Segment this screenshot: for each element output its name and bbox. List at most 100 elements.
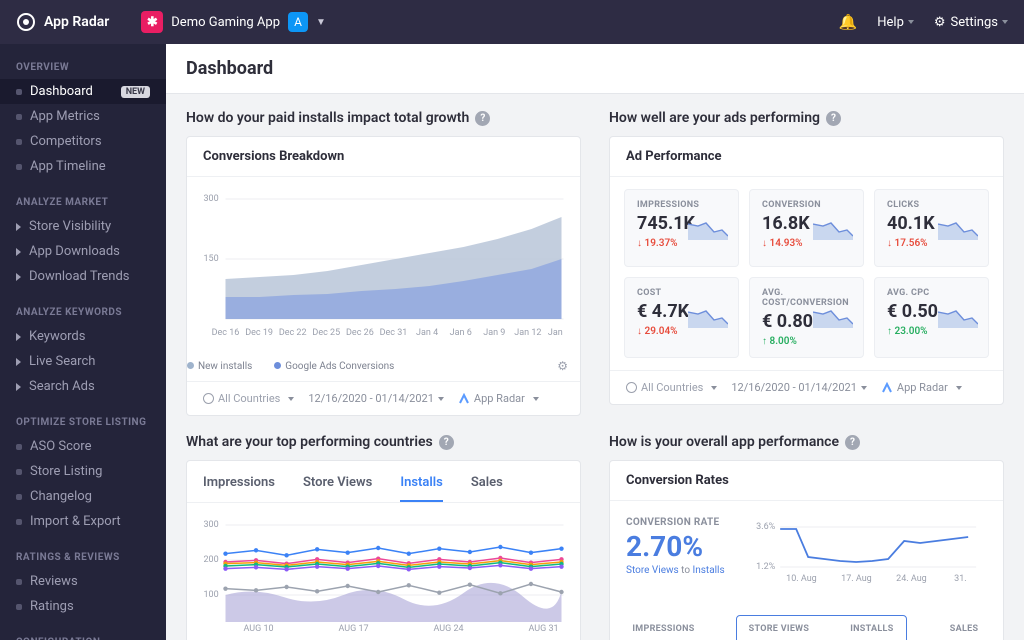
- countries-filter[interactable]: All Countries: [626, 381, 717, 394]
- sidebar-item-label: ASO Score: [30, 439, 91, 454]
- conversions-chart: 300 150 Dec 16Dec 19Dec 22Dec 25Dec 26De…: [203, 189, 564, 339]
- kpi-card[interactable]: CLICKS40.1K↓ 17.56%: [874, 189, 989, 267]
- tab-installs[interactable]: Installs: [400, 475, 442, 502]
- brand-logo[interactable]: App Radar: [16, 12, 109, 32]
- sidebar-item-search-ads[interactable]: Search Ads: [0, 374, 166, 399]
- sidebar-item-label: Ratings: [30, 599, 74, 614]
- sidebar-item-app-metrics[interactable]: App Metrics: [0, 104, 166, 129]
- daterange-picker[interactable]: 12/16/2020 - 01/14/2021: [731, 381, 867, 394]
- svg-text:200: 200: [204, 555, 219, 565]
- sidebar-item-aso-score[interactable]: ASO Score: [0, 434, 166, 459]
- svg-text:3.6%: 3.6%: [756, 522, 775, 532]
- kpi-card[interactable]: IMPRESSIONS745.1K↓ 19.37%: [624, 189, 739, 267]
- app-name: Demo Gaming App: [171, 15, 280, 30]
- funnel-selected[interactable]: STORE VIEWS 160,261 → INSTALLS 4,340: [736, 615, 907, 640]
- bullet-icon: [16, 164, 22, 170]
- sparkline: [813, 218, 853, 240]
- tab-impressions[interactable]: Impressions: [203, 475, 275, 502]
- svg-text:AUG 10: AUG 10: [244, 624, 274, 632]
- help-icon[interactable]: ?: [826, 111, 841, 126]
- svg-text:AUG 17: AUG 17: [339, 624, 369, 632]
- card-title: Conversions Breakdown: [187, 137, 580, 177]
- sidebar-item-app-timeline[interactable]: App Timeline: [0, 154, 166, 179]
- bullet-icon: [16, 579, 22, 585]
- help-icon[interactable]: ?: [439, 435, 454, 450]
- sidebar-item-dashboard[interactable]: DashboardNEW: [0, 79, 166, 104]
- chevron-right-icon: [16, 358, 21, 366]
- kpi-card[interactable]: AVG. COST/CONVERSION€ 0.80↑ 8.00%: [749, 277, 864, 358]
- svg-text:1.2%: 1.2%: [756, 562, 775, 572]
- sidebar-item-store-listing[interactable]: Store Listing: [0, 459, 166, 484]
- svg-text:AUG 24: AUG 24: [434, 624, 464, 632]
- tab-store-views[interactable]: Store Views: [303, 475, 372, 502]
- kpi-label: CLICKS: [887, 200, 976, 210]
- bullet-icon: [16, 444, 22, 450]
- svg-text:Dec 16: Dec 16: [212, 328, 240, 338]
- sidebar-item-label: App Metrics: [30, 109, 100, 124]
- sidebar-item-label: Dashboard: [30, 84, 93, 99]
- svg-text:Dec 26: Dec 26: [346, 328, 374, 338]
- conv-rate-chart: 3.6% 1.2% 10. Aug 17. Aug 24. Aug 31.: [745, 517, 987, 587]
- svg-text:Jan 9: Jan 9: [483, 328, 505, 338]
- kpi-card[interactable]: CONVERSION16.8K↓ 14.93%: [749, 189, 864, 267]
- sidebar-item-label: Live Search: [29, 354, 95, 369]
- svg-text:300: 300: [204, 520, 219, 530]
- sidebar-item-ratings[interactable]: Ratings: [0, 594, 166, 619]
- svg-text:Dec 19: Dec 19: [245, 328, 273, 338]
- svg-text:Jan 14: Jan 14: [548, 328, 564, 338]
- sidebar-item-keywords[interactable]: Keywords: [0, 324, 166, 349]
- sidebar-item-download-trends[interactable]: Download Trends: [0, 264, 166, 289]
- svg-text:150: 150: [204, 254, 219, 264]
- funnel-impressions: IMPRESSIONS 7,102,326: [630, 624, 697, 640]
- svg-text:10. Aug: 10. Aug: [786, 574, 817, 584]
- arrow-right-icon: →: [823, 632, 836, 640]
- sidebar-item-store-visibility[interactable]: Store Visibility: [0, 214, 166, 239]
- card-title: Conversion Rates: [610, 461, 1003, 501]
- help-menu[interactable]: Help: [877, 15, 914, 30]
- app-switcher[interactable]: ✱ Demo Gaming App A ▼: [141, 11, 326, 33]
- chevron-right-icon: [16, 248, 21, 256]
- panel-title-text: How is your overall app performance: [609, 434, 839, 450]
- kpi-label: AVG. COST/CONVERSION: [762, 288, 851, 308]
- sidebar-item-live-search[interactable]: Live Search: [0, 349, 166, 374]
- sidebar-item-app-downloads[interactable]: App Downloads: [0, 239, 166, 264]
- panel-paid-installs: How do your paid installs impact total g…: [186, 110, 581, 416]
- help-icon[interactable]: ?: [475, 111, 490, 126]
- svg-text:Dec 25: Dec 25: [312, 328, 340, 338]
- settings-menu[interactable]: ⚙ Settings: [934, 15, 1008, 30]
- sidebar-section-label: RATINGS & REVIEWS: [0, 534, 166, 569]
- account-picker[interactable]: App Radar: [458, 392, 539, 405]
- kpi-card[interactable]: COST€ 4.7K↓ 29.04%: [624, 277, 739, 358]
- sparkline: [813, 306, 853, 328]
- kpi-label: AVG. CPC: [887, 288, 976, 298]
- daterange-picker[interactable]: 12/16/2020 - 01/14/2021: [308, 392, 444, 405]
- countries-filter[interactable]: All Countries: [203, 392, 294, 405]
- sidebar-item-label: Import & Export: [30, 514, 121, 529]
- sidebar-item-reviews[interactable]: Reviews: [0, 569, 166, 594]
- globe-icon: [626, 382, 637, 393]
- svg-text:31.: 31.: [954, 574, 967, 584]
- sidebar-item-label: Changelog: [30, 489, 92, 504]
- panel-overall: How is your overall app performance ? Co…: [609, 434, 1004, 640]
- svg-text:Jan 6: Jan 6: [450, 328, 472, 338]
- sidebar-section-label: OVERVIEW: [0, 44, 166, 79]
- bell-icon[interactable]: 🔔: [839, 13, 858, 31]
- sidebar-item-label: Store Visibility: [29, 219, 111, 234]
- chevron-right-icon: [16, 333, 21, 341]
- svg-text:Dec 22: Dec 22: [279, 328, 307, 338]
- sidebar-item-competitors[interactable]: Competitors: [0, 129, 166, 154]
- sidebar: OVERVIEWDashboardNEW App Metrics Competito…: [0, 44, 166, 640]
- sidebar-section-label: ANALYZE KEYWORDS: [0, 289, 166, 324]
- panel-top-countries: What are your top performing countries ?…: [186, 434, 581, 640]
- help-icon[interactable]: ?: [845, 435, 860, 450]
- gear-icon[interactable]: ⚙: [557, 359, 568, 373]
- tab-sales[interactable]: Sales: [471, 475, 503, 502]
- kpi-card[interactable]: AVG. CPC€ 0.50↑ 23.00%: [874, 277, 989, 358]
- app-radar-icon: [458, 393, 470, 405]
- page-title: Dashboard: [186, 58, 1004, 79]
- sidebar-item-import-export[interactable]: Import & Export: [0, 509, 166, 534]
- account-picker[interactable]: App Radar: [881, 381, 962, 394]
- sidebar-item-changelog[interactable]: Changelog: [0, 484, 166, 509]
- logo-icon: [16, 12, 36, 32]
- sidebar-item-label: Store Listing: [30, 464, 102, 479]
